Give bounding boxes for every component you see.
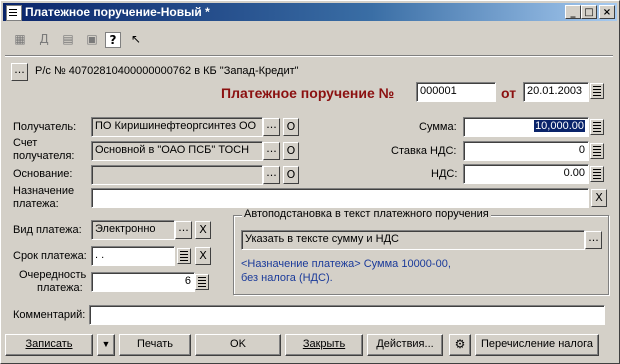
recipient-account-open-button[interactable]: О [283, 142, 299, 160]
sum-field[interactable]: 10,000.00 [463, 117, 589, 137]
toolbar-separator [5, 55, 613, 57]
recipient-account-select-button[interactable]: ... [263, 142, 280, 160]
basis-label: Основание: [13, 168, 73, 180]
payment-type-clear-button[interactable]: X [195, 221, 211, 239]
purpose-field[interactable] [91, 188, 589, 208]
purpose-label-1: Назначение [13, 185, 75, 197]
vat-rate-label: Ставка НДС: [391, 145, 457, 157]
dt-kt-icon[interactable]: Д [35, 30, 53, 48]
minimize-button[interactable]: _ [565, 5, 581, 19]
priority-field[interactable]: 6 [91, 272, 195, 292]
document-date-field[interactable]: 20.01.2003 [523, 82, 589, 102]
vat-calculator-icon[interactable] [590, 166, 604, 182]
close-button[interactable]: Закрыть [285, 334, 363, 356]
autofill-preview-line-2: без налога (НДС). [241, 272, 333, 284]
payment-term-calendar-icon[interactable] [177, 248, 191, 264]
payment-term-field[interactable]: . . [91, 246, 175, 266]
calendar-icon[interactable] [590, 83, 604, 99]
vat-field[interactable]: 0.00 [463, 164, 589, 184]
window-title: Платежное поручение-Новый * [25, 5, 210, 19]
recipient-label: Получатель: [13, 121, 77, 133]
autofill-preview-line-1: <Назначение платежа> Сумма 10000-00, [241, 258, 451, 270]
vat-label: НДС: [431, 168, 458, 180]
print-button[interactable]: Печать [119, 334, 191, 356]
basis-field[interactable] [91, 165, 263, 185]
ok-button[interactable]: OK [195, 334, 281, 356]
sum-calculator-icon[interactable] [590, 119, 604, 135]
recipient-account-field[interactable]: Основной в "ОАО ПСБ" ТОСН [91, 141, 263, 161]
tax-wizard-icon[interactable]: ⚙ [449, 334, 471, 356]
autofill-group-title: Автоподстановка в текст платежного поруч… [242, 208, 491, 220]
priority-label-2: платежа: [37, 282, 83, 294]
toolbar: ▦ Д ▤ ▣ ? ↖ [5, 27, 605, 51]
date-label: от [501, 85, 517, 101]
edit-icon[interactable]: ▤ [59, 30, 77, 48]
priority-label-1: Очередность [19, 269, 87, 281]
recipient-account-label-2: получателя: [13, 150, 75, 162]
basis-select-button[interactable]: ... [263, 166, 280, 184]
save-menu-button[interactable]: ▼ [97, 334, 115, 356]
transfer-tax-button[interactable]: Перечисление налога [475, 334, 599, 356]
sum-label: Сумма: [419, 121, 457, 133]
document-number-field[interactable]: 000001 [416, 82, 496, 102]
actions-button[interactable]: Действия... [367, 334, 443, 356]
doc-icon[interactable]: ▦ [11, 30, 29, 48]
payment-type-label: Вид платежа: [13, 224, 82, 236]
account-text: Р/с № 40702810400000000762 в КБ "Запад-К… [35, 65, 299, 77]
recipient-open-button[interactable]: О [283, 118, 299, 136]
payment-type-select-button[interactable]: ... [175, 221, 192, 239]
autofill-select[interactable]: Указать в тексте сумму и НДС [241, 230, 585, 250]
help-icon[interactable]: ? [105, 32, 121, 48]
document-icon [6, 5, 22, 21]
payment-order-window: Платежное поручение-Новый * _ □ × ▦ Д ▤ … [0, 0, 620, 364]
payment-term-label: Срок платежа: [13, 250, 87, 262]
comment-label: Комментарий: [13, 309, 86, 321]
recipient-account-label-1: Счет [13, 137, 38, 149]
title-bar[interactable]: Платежное поручение-Новый * _ □ × [3, 3, 617, 21]
post-icon[interactable]: ▣ [83, 30, 101, 48]
recipient-select-button[interactable]: ... [263, 118, 280, 136]
purpose-label-2: платежа: [13, 198, 59, 210]
purpose-clear-button[interactable]: X [591, 189, 607, 207]
vat-rate-field[interactable]: 0 [463, 141, 589, 161]
priority-calculator-icon[interactable] [195, 274, 209, 290]
recipient-field[interactable]: ПО Киришинефтеоргсинтез ОО [91, 117, 263, 137]
payment-term-clear-button[interactable]: X [195, 247, 211, 265]
payment-type-field[interactable]: Электронно [91, 220, 175, 240]
vat-rate-calculator-icon[interactable] [590, 143, 604, 159]
account-select-button[interactable]: ... [11, 63, 28, 81]
autofill-select-button[interactable]: ... [585, 231, 602, 249]
save-button[interactable]: Записать [5, 334, 93, 356]
pointer-help-icon[interactable]: ↖ [127, 30, 145, 48]
maximize-button[interactable]: □ [581, 5, 597, 19]
document-heading: Платежное поручение № [221, 85, 395, 101]
close-window-button[interactable]: × [599, 5, 615, 19]
basis-open-button[interactable]: О [283, 166, 299, 184]
comment-field[interactable] [89, 305, 605, 325]
